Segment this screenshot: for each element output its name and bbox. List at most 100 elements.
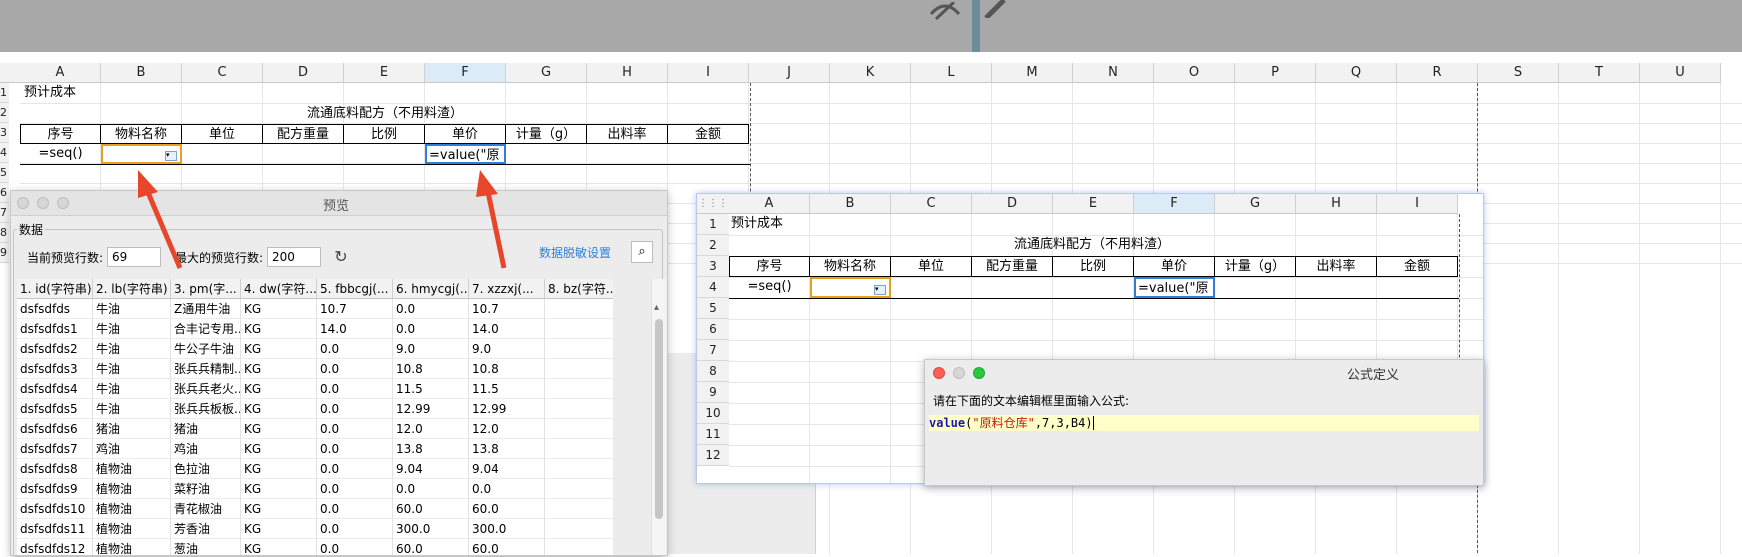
table-cell[interactable]: KG bbox=[241, 379, 317, 399]
table-cell[interactable]: dsfsdfds2 bbox=[17, 339, 93, 359]
table-cell[interactable] bbox=[545, 339, 613, 359]
table-cell[interactable]: 牛油 bbox=[93, 319, 171, 339]
table-cell[interactable]: 合丰记专用... bbox=[171, 319, 241, 339]
table-cell[interactable]: dsfsdfds12 bbox=[17, 539, 93, 555]
row-header-2[interactable]: 2 bbox=[0, 103, 9, 123]
column-header-h[interactable]: H bbox=[1296, 194, 1377, 214]
table-cell[interactable]: dsfsdfds4 bbox=[17, 379, 93, 399]
refresh-icon[interactable]: ↻ bbox=[331, 247, 351, 267]
column-header-h[interactable]: H bbox=[587, 63, 668, 83]
table-cell[interactable]: dsfsdfds7 bbox=[17, 439, 93, 459]
column-header-a[interactable]: A bbox=[20, 63, 101, 83]
table-cell[interactable]: KG bbox=[241, 519, 317, 539]
column-header-b[interactable]: B bbox=[810, 194, 891, 214]
formula-editor[interactable]: value("原料仓库",7,3,B4) bbox=[929, 415, 1479, 431]
table-cell[interactable]: 9.04 bbox=[393, 459, 469, 479]
table-cell[interactable]: 60.0 bbox=[469, 499, 545, 519]
table-cell[interactable]: 色拉油 bbox=[171, 459, 241, 479]
table-cell[interactable]: 60.0 bbox=[393, 499, 469, 519]
column-header-g[interactable]: G bbox=[1215, 194, 1296, 214]
column-header-e[interactable]: E bbox=[1053, 194, 1134, 214]
table-cell[interactable]: 牛油 bbox=[93, 299, 171, 319]
table-cell[interactable]: 0.0 bbox=[317, 339, 393, 359]
table-cell[interactable]: 60.0 bbox=[393, 539, 469, 555]
table-cell[interactable] bbox=[545, 359, 613, 379]
header-cell[interactable]: 单价 bbox=[1134, 256, 1215, 277]
table-cell[interactable]: dsfsdfds9 bbox=[17, 479, 93, 499]
eye-slash-icon[interactable] bbox=[928, 0, 962, 21]
table-cell[interactable]: 猪油 bbox=[171, 419, 241, 439]
table-cell[interactable]: 植物油 bbox=[93, 459, 171, 479]
column-header-f[interactable]: F bbox=[425, 63, 506, 83]
table-header-cell[interactable]: 6. hmycgj(... bbox=[393, 279, 469, 299]
table-cell[interactable]: KG bbox=[241, 419, 317, 439]
table-cell[interactable]: 猪油 bbox=[93, 419, 171, 439]
pen-icon[interactable] bbox=[982, 0, 1012, 20]
table-cell[interactable]: 0.0 bbox=[317, 519, 393, 539]
table-cell[interactable]: 10.7 bbox=[317, 299, 393, 319]
table-cell[interactable]: 0.0 bbox=[317, 399, 393, 419]
row-header-11[interactable]: 11 bbox=[697, 424, 729, 445]
table-header-cell[interactable]: 2. lb(字符串) bbox=[93, 279, 171, 299]
column-header-u[interactable]: U bbox=[1640, 63, 1721, 83]
row-header-7[interactable]: 7 bbox=[0, 203, 9, 223]
current-rows-field[interactable]: 69 bbox=[107, 247, 161, 267]
table-cell[interactable]: 0.0 bbox=[393, 319, 469, 339]
maximize-button[interactable] bbox=[57, 197, 69, 209]
row-header-4[interactable]: 4 bbox=[697, 277, 729, 298]
row-header-9[interactable]: 9 bbox=[0, 243, 9, 263]
drag-handle-icon[interactable]: ⋮⋮⋮ bbox=[697, 194, 729, 214]
header-cell[interactable]: 出料率 bbox=[587, 124, 668, 144]
column-header-l[interactable]: L bbox=[911, 63, 992, 83]
table-cell[interactable] bbox=[545, 419, 613, 439]
column-header-b[interactable]: B bbox=[101, 63, 182, 83]
row-header-6[interactable]: 6 bbox=[697, 319, 729, 340]
maximize-button[interactable] bbox=[973, 367, 985, 379]
header-cell[interactable]: 计量（g） bbox=[506, 124, 587, 144]
cell-seq-formula[interactable]: =seq() bbox=[20, 144, 101, 164]
column-header-g[interactable]: G bbox=[506, 63, 587, 83]
header-cell[interactable]: 比例 bbox=[1053, 256, 1134, 277]
table-cell[interactable]: 0.0 bbox=[317, 359, 393, 379]
table-cell[interactable]: 9.04 bbox=[469, 459, 545, 479]
header-cell[interactable]: 序号 bbox=[20, 124, 101, 144]
table-cell[interactable] bbox=[545, 479, 613, 499]
table-cell[interactable]: 0.0 bbox=[393, 299, 469, 319]
header-cell[interactable]: 金额 bbox=[668, 124, 749, 144]
row-header-2[interactable]: 2 bbox=[697, 235, 729, 256]
column-header-c[interactable]: C bbox=[182, 63, 263, 83]
table-cell[interactable]: 牛公子牛油 bbox=[171, 339, 241, 359]
table-cell[interactable]: dsfsdfds6 bbox=[17, 419, 93, 439]
table-cell[interactable]: dsfsdfds bbox=[17, 299, 93, 319]
table-cell[interactable]: KG bbox=[241, 499, 317, 519]
column-header-s[interactable]: S bbox=[1478, 63, 1559, 83]
cell-title[interactable]: 预计成本 bbox=[22, 83, 262, 103]
column-header-e[interactable]: E bbox=[344, 63, 425, 83]
table-cell[interactable]: dsfsdfds5 bbox=[17, 399, 93, 419]
table-cell[interactable]: 14.0 bbox=[317, 319, 393, 339]
table-cell[interactable]: 300.0 bbox=[469, 519, 545, 539]
table-cell[interactable]: Z通用牛油 bbox=[171, 299, 241, 319]
corner-cell[interactable] bbox=[0, 63, 20, 83]
table-cell[interactable]: 葱油 bbox=[171, 539, 241, 555]
table-cell[interactable]: 植物油 bbox=[93, 479, 171, 499]
table-cell[interactable]: 12.99 bbox=[469, 399, 545, 419]
table-cell[interactable]: 鸡油 bbox=[93, 439, 171, 459]
table-cell[interactable] bbox=[545, 519, 613, 539]
table-cell[interactable]: KG bbox=[241, 399, 317, 419]
table-cell[interactable]: 13.8 bbox=[469, 439, 545, 459]
dropdown-icon[interactable]: ▾ bbox=[165, 151, 177, 161]
table-cell[interactable]: 0.0 bbox=[469, 479, 545, 499]
table-header-cell[interactable]: 1. id(字符串) bbox=[17, 279, 93, 299]
row-header-9[interactable]: 9 bbox=[697, 382, 729, 403]
row-header-10[interactable]: 10 bbox=[697, 403, 729, 424]
header-cell[interactable]: 物料名称 bbox=[101, 124, 182, 144]
table-cell[interactable]: 植物油 bbox=[93, 519, 171, 539]
minimize-button[interactable] bbox=[953, 367, 965, 379]
header-cell[interactable]: 单位 bbox=[182, 124, 263, 144]
column-header-t[interactable]: T bbox=[1559, 63, 1640, 83]
column-header-f[interactable]: F bbox=[1134, 194, 1215, 214]
table-cell[interactable]: 菜籽油 bbox=[171, 479, 241, 499]
max-rows-field[interactable]: 200 bbox=[267, 247, 321, 267]
dropdown-icon[interactable]: ▾ bbox=[874, 285, 886, 295]
